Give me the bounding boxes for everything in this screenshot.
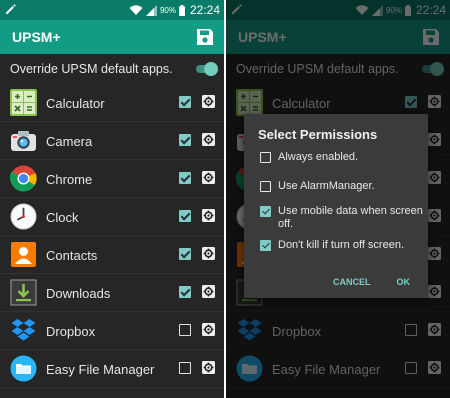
dropbox-icon [10, 317, 37, 344]
app-name: Easy File Manager [46, 362, 155, 377]
override-label: Override UPSM default apps. [10, 62, 173, 76]
override-toggle[interactable] [194, 62, 218, 76]
status-bar: 90% 22:24 [0, 0, 224, 20]
settings-gear-icon[interactable] [202, 133, 215, 146]
app-checkbox[interactable] [179, 134, 191, 146]
permission-label: Always enabled. [278, 151, 359, 163]
signal-icon [145, 4, 157, 16]
permission-label: Use mobile data when screen off. [278, 205, 423, 230]
battery-icon [178, 4, 185, 16]
override-row[interactable]: Override UPSM default apps. [0, 54, 224, 84]
phone-screen-main: 90% 22:24 UPSM+ Override UPSM default ap… [0, 0, 224, 398]
app-name: Dropbox [46, 324, 96, 339]
contacts-icon [10, 241, 37, 268]
settings-gear-icon[interactable] [202, 323, 215, 336]
save-icon[interactable] [196, 28, 214, 46]
wifi-icon [129, 4, 143, 15]
app-name: Contacts [46, 248, 98, 263]
app-row[interactable]: Camera [0, 122, 224, 160]
settings-gear-icon[interactable] [202, 171, 215, 184]
settings-gear-icon[interactable] [202, 285, 215, 298]
app-row[interactable]: Easy File Manager [0, 350, 224, 388]
downloads-icon [10, 279, 37, 306]
edit-pencil-icon [6, 4, 16, 14]
folder-icon [10, 355, 37, 382]
app-checkbox[interactable] [179, 210, 191, 222]
app-row[interactable]: Chrome [0, 160, 224, 198]
app-row[interactable]: Downloads [0, 274, 224, 312]
ok-button[interactable]: OK [397, 277, 411, 287]
permission-checkbox[interactable] [260, 152, 271, 163]
app-name: Downloads [46, 286, 111, 301]
permission-checkbox[interactable] [260, 206, 271, 217]
settings-gear-icon[interactable] [202, 95, 215, 108]
clock-icon [10, 203, 37, 230]
calculator-icon [10, 89, 37, 116]
settings-gear-icon[interactable] [202, 209, 215, 222]
permission-checkbox[interactable] [260, 240, 271, 251]
app-row[interactable]: Calculator [0, 84, 224, 122]
app-name: Chrome [46, 172, 93, 187]
app-title: UPSM+ [12, 29, 61, 45]
battery-percent: 90% [159, 5, 176, 15]
permission-label: Use AlarmManager. [278, 180, 375, 192]
app-checkbox[interactable] [179, 286, 191, 298]
permission-checkbox[interactable] [260, 181, 271, 192]
settings-gear-icon[interactable] [202, 361, 215, 374]
app-checkbox[interactable] [179, 248, 191, 260]
camera-icon [10, 127, 37, 154]
app-list: Calculator Camera Chrome Clock Contacts Downl… [0, 84, 224, 388]
settings-gear-icon[interactable] [202, 247, 215, 260]
status-time: 22:24 [189, 3, 220, 17]
toggle-thumb [204, 62, 218, 76]
app-checkbox[interactable] [179, 362, 191, 374]
app-row[interactable]: Dropbox [0, 312, 224, 350]
app-checkbox[interactable] [179, 96, 191, 108]
app-checkbox[interactable] [179, 324, 191, 336]
app-name: Calculator [46, 96, 105, 111]
cancel-button[interactable]: CANCEL [333, 277, 371, 287]
app-bar: UPSM+ [0, 20, 224, 54]
permission-label: Don't kill if turn off screen. [278, 239, 405, 251]
app-checkbox[interactable] [179, 172, 191, 184]
app-name: Camera [46, 134, 93, 149]
app-name: Clock [46, 210, 79, 225]
dialog-title: Select Permissions [258, 127, 378, 142]
select-permissions-dialog: Select Permissions Always enabled. Use Al… [244, 114, 428, 298]
app-row[interactable]: Contacts [0, 236, 224, 274]
app-row[interactable]: Clock [0, 198, 224, 236]
chrome-icon [9, 165, 37, 192]
